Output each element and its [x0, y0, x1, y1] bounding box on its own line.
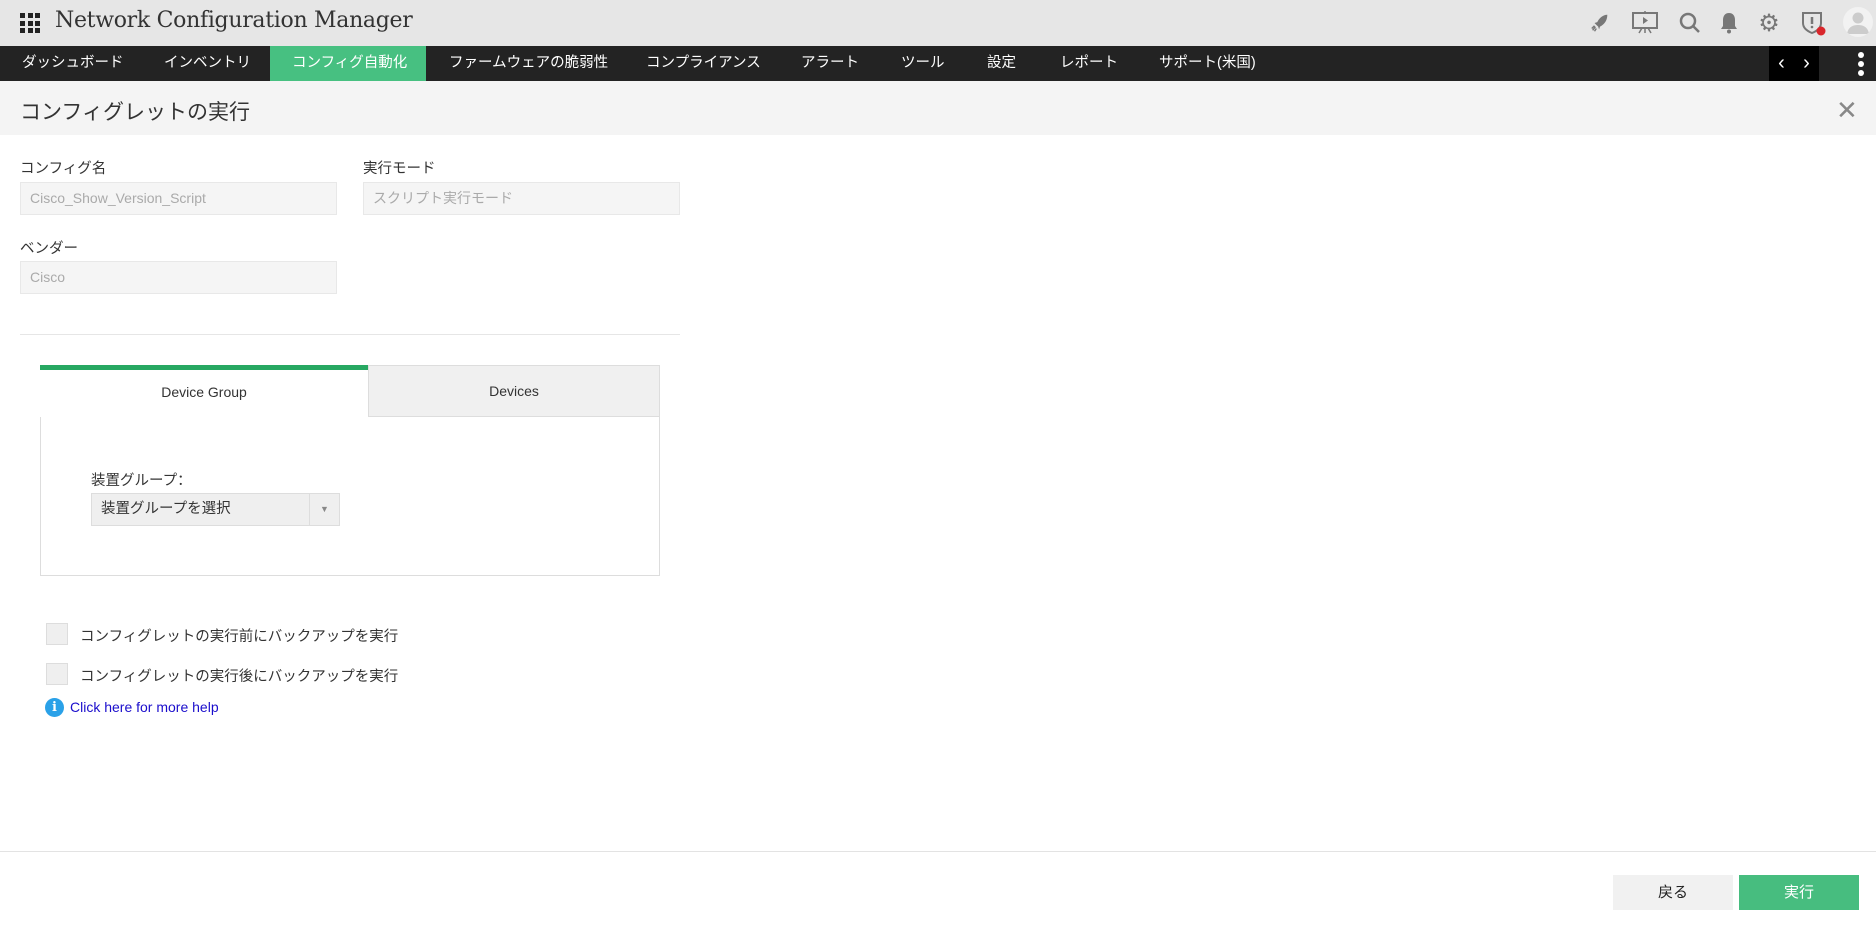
chevron-right-icon[interactable]: ›: [1803, 52, 1810, 75]
app-title: Network Configuration Manager: [55, 8, 413, 33]
nav-tools[interactable]: ツール: [879, 46, 967, 81]
backup-before-checkbox[interactable]: [46, 623, 68, 645]
nav-config-automation[interactable]: コンフィグ自動化: [270, 46, 426, 81]
gear-icon[interactable]: ⚙: [1756, 10, 1782, 37]
backup-after-checkbox[interactable]: [46, 663, 68, 685]
nav-settings[interactable]: 設定: [965, 46, 1038, 81]
info-icon: i: [45, 698, 64, 717]
mode-field: スクリプト実行モード: [363, 182, 680, 215]
vendor-field: Cisco: [20, 261, 337, 294]
divider: [20, 334, 680, 335]
vendor-label: ベンダー: [20, 241, 78, 257]
nav-reports[interactable]: レポート: [1038, 46, 1140, 81]
shield-alert-icon[interactable]: [1800, 10, 1826, 36]
nav-dashboard[interactable]: ダッシュボード: [0, 46, 146, 81]
nav-scroll: ‹ ›: [1769, 46, 1819, 81]
more-vertical-icon[interactable]: [1858, 52, 1866, 76]
nav-firmware-vulnerability[interactable]: ファームウェアの脆弱性: [427, 46, 630, 81]
main-nav: ダッシュボード インベントリ コンフィグ自動化 ファームウェアの脆弱性 コンプラ…: [0, 46, 1876, 81]
config-name-label: コンフィグ名: [20, 161, 107, 177]
presentation-icon[interactable]: [1632, 10, 1658, 36]
device-group-label: 装置グループ：: [91, 473, 192, 489]
nav-inventory[interactable]: インベントリ: [142, 46, 273, 81]
help-link[interactable]: Click here for more help: [70, 699, 219, 715]
mode-label: 実行モード: [363, 161, 436, 177]
page-title: コンフィグレットの実行: [20, 101, 250, 124]
search-icon[interactable]: [1677, 10, 1703, 36]
nav-compliance[interactable]: コンプライアンス: [624, 46, 783, 81]
footer-divider: [0, 851, 1876, 852]
close-icon[interactable]: ✕: [1836, 95, 1858, 126]
device-group-select[interactable]: 装置グループを選択 ▼: [91, 493, 340, 526]
bell-icon[interactable]: [1716, 10, 1742, 36]
tab-device-group[interactable]: Device Group: [40, 365, 368, 417]
backup-before-label: コンフィグレットの実行前にバックアップを実行: [80, 629, 399, 645]
top-bar: Network Configuration Manager ⚙: [0, 0, 1876, 46]
backup-after-label: コンフィグレットの実行後にバックアップを実行: [80, 669, 399, 685]
avatar[interactable]: [1843, 7, 1873, 37]
back-button[interactable]: 戻る: [1613, 875, 1733, 910]
app-grid-icon[interactable]: [20, 13, 40, 33]
caret-down-icon: ▼: [309, 494, 339, 525]
device-group-select-value: 装置グループを選択: [101, 501, 231, 517]
run-button[interactable]: 実行: [1739, 875, 1859, 910]
page-header: コンフィグレットの実行 ✕: [0, 81, 1876, 135]
tab-devices[interactable]: Devices: [368, 365, 660, 417]
nav-support[interactable]: サポート(米国): [1137, 46, 1278, 81]
chevron-left-icon[interactable]: ‹: [1778, 52, 1785, 75]
config-name-field: Cisco_Show_Version_Script: [20, 182, 337, 215]
rocket-icon[interactable]: [1587, 10, 1613, 36]
nav-alerts[interactable]: アラート: [779, 46, 881, 81]
